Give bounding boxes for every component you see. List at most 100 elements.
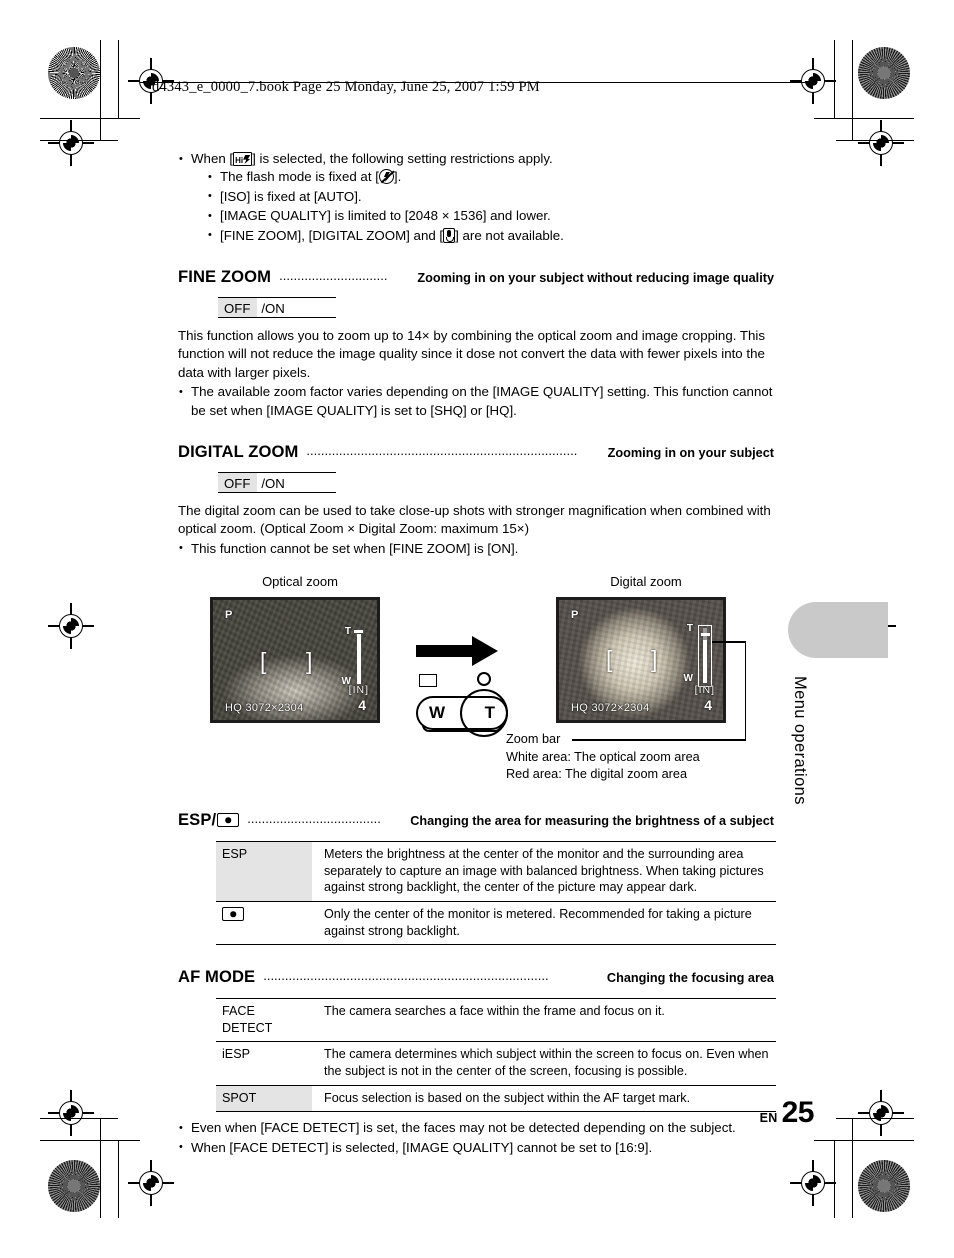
af-mode-table: FACE DETECT The camera searches a face w… xyxy=(216,998,776,1113)
section-header-fine-zoom: FINE ZOOM ..............................… xyxy=(178,267,774,287)
page-content: When [ ] is selected, the following setti… xyxy=(178,149,778,1158)
af-bracket-right: ] xyxy=(306,648,313,675)
section-title: AF MODE xyxy=(178,967,256,987)
leader-dots: ........................................… xyxy=(263,968,549,984)
section-description: Changing the area for measuring the brig… xyxy=(410,814,774,829)
intro-lead-before: When [ xyxy=(191,151,234,166)
crop-mark-tl-v2 xyxy=(118,40,120,118)
callout-line-horizontal-top xyxy=(712,641,746,643)
list-item: The flash mode is fixed at []. xyxy=(207,168,778,187)
list-item: When [FACE DETECT] is selected, [IMAGE Q… xyxy=(178,1138,778,1157)
af-row-value: The camera searches a face within the fr… xyxy=(312,998,776,1043)
table-row: FACE DETECT The camera searches a face w… xyxy=(216,998,776,1043)
magnifier-icon xyxy=(477,672,491,687)
crop-mark-br-h2 xyxy=(836,1118,914,1120)
chapter-tab xyxy=(788,602,888,658)
zoom-figures: Optical zoom P [ ] T W [IN] 4 HQ 3072×23… xyxy=(178,574,778,792)
lcd-screen-digital: P [ ] T W [IN] 4 HQ 3072×2304 xyxy=(556,597,726,724)
section-header-af-mode: AF MODE ................................… xyxy=(178,967,774,987)
af-row-label: SPOT xyxy=(216,1085,312,1113)
registration-rosette-bottom-left xyxy=(48,1160,100,1212)
leader-dots: ........................................… xyxy=(306,443,578,459)
callout-line-3: Red area: The digital zoom area xyxy=(506,767,688,782)
sub-text-before: The flash mode is fixed at [ xyxy=(220,169,379,185)
crop-mark-tl-v1 xyxy=(100,40,102,140)
zoom-tele-label[interactable]: T xyxy=(485,703,495,723)
osd-image-quality: HQ 3072×2304 xyxy=(571,702,650,715)
crop-mark-tr-v2 xyxy=(834,40,836,118)
list-item: [FINE ZOOM], [DIGITAL ZOOM] and [] are n… xyxy=(207,226,778,245)
zoom-bar-callout-caption: Zoom bar White area: The optical zoom ar… xyxy=(506,731,700,784)
osd-frame-count: 4 xyxy=(704,697,712,714)
zoom-bar-digital xyxy=(698,625,712,688)
leader-dots: ..................................... xyxy=(247,811,381,827)
spot-row-label xyxy=(216,901,312,946)
digital-zoom-option-box[interactable]: OFF /ON xyxy=(218,472,336,494)
zoom-rocker-control[interactable]: W T xyxy=(416,672,508,738)
zoom-bar-knob xyxy=(354,630,363,634)
crop-mark-bl-h1 xyxy=(40,1140,140,1142)
list-item: When [ ] is selected, the following setti… xyxy=(178,149,778,245)
page-number-value: 25 xyxy=(781,1096,815,1129)
zoom-bar-knob xyxy=(700,633,710,637)
table-row: Only the center of the monitor is metere… xyxy=(216,901,776,946)
list-item: This function cannot be set when [FINE Z… xyxy=(178,539,778,558)
crop-mark-bl-v2 xyxy=(118,1140,120,1218)
osd-mode-indicator: P xyxy=(571,609,579,622)
registration-cross-top-center-right xyxy=(790,58,836,104)
osd-memory-indicator: [IN] xyxy=(348,684,369,697)
registration-cross-bottom-center-right xyxy=(790,1160,836,1206)
sub-text-before: [ISO] is fixed at [AUTO]. xyxy=(220,188,362,204)
section-title-text: ESP/ xyxy=(178,810,217,830)
registration-cross-bottom-left xyxy=(48,1090,94,1136)
osd-mode-indicator: P xyxy=(225,609,233,622)
figure-digital-zoom: Digital zoom P [ ] T W [IN] 4 HQ 3072×23… xyxy=(556,574,736,724)
registration-cross-top-left xyxy=(48,120,94,166)
section-title: DIGITAL ZOOM xyxy=(178,442,299,462)
page-language-code: EN xyxy=(759,1111,778,1125)
crop-mark-bl-v1 xyxy=(100,1118,102,1218)
option-selected[interactable]: OFF xyxy=(218,298,258,318)
option-rest[interactable]: /ON xyxy=(257,473,284,492)
osd-image-quality: HQ 3072×2304 xyxy=(225,702,304,715)
arrow-right-icon xyxy=(416,636,498,667)
figure-caption-digital: Digital zoom xyxy=(610,574,682,590)
registration-rosette-top-right xyxy=(858,47,910,99)
crop-mark-tr-h1 xyxy=(814,118,914,120)
af-mode-notes: Even when [FACE DETECT] is set, the face… xyxy=(178,1119,778,1157)
zoom-rocker-body[interactable]: W T xyxy=(416,689,508,738)
option-selected[interactable]: OFF xyxy=(218,473,258,493)
callout-line-2: White area: The optical zoom area xyxy=(506,749,700,764)
spot-row-value: Only the center of the monitor is metere… xyxy=(312,901,776,946)
fine-zoom-body: This function allows you to zoom up to 1… xyxy=(178,328,765,380)
fine-zoom-option-box[interactable]: OFF /ON xyxy=(218,297,336,319)
registration-cross-mid-left xyxy=(48,603,94,649)
zoom-wide-label[interactable]: W xyxy=(429,703,445,723)
registration-cross-bottom-right xyxy=(858,1090,904,1136)
af-row-value: The camera determines which subject with… xyxy=(312,1041,776,1086)
esp-row-value: Meters the brightness at the center of t… xyxy=(312,841,776,903)
section-title: ESP/ xyxy=(178,810,240,830)
crop-mark-br-h1 xyxy=(814,1140,914,1142)
leader-dots: .............................. xyxy=(279,268,388,284)
registration-rosette-top-left xyxy=(48,47,100,99)
lcd-screen-optical: P [ ] T W [IN] 4 HQ 3072×2304 xyxy=(210,597,380,724)
af-bracket-left: [ xyxy=(260,648,267,675)
sub-text-before: [IMAGE QUALITY] is limited to [2048 × 15… xyxy=(220,208,551,224)
list-item: Even when [FACE DETECT] is set, the face… xyxy=(178,1119,778,1138)
section-header-esp: ESP/ ...................................… xyxy=(178,810,774,830)
section-description: Changing the focusing area xyxy=(606,971,774,986)
figure-optical-zoom: Optical zoom P [ ] T W [IN] 4 HQ 3072×23… xyxy=(210,574,390,724)
list-item: [IMAGE QUALITY] is limited to [2048 × 15… xyxy=(207,207,778,226)
esp-table: ESP Meters the brightness at the center … xyxy=(216,841,776,946)
sequential-hi-icon xyxy=(233,152,253,170)
zoom-bar-track xyxy=(357,634,361,685)
osd-memory-indicator: [IN] xyxy=(694,684,715,697)
table-row: iESP The camera determines which subject… xyxy=(216,1041,776,1086)
spot-metering-icon xyxy=(222,907,244,922)
option-rest[interactable]: /ON xyxy=(257,298,284,317)
intro-lead-after: ] is selected, the following setting res… xyxy=(252,151,553,166)
section-description: Zooming in on your subject xyxy=(607,446,774,461)
intro-bullet-list: When [ ] is selected, the following setti… xyxy=(178,149,778,245)
af-row-label: FACE DETECT xyxy=(216,998,312,1043)
